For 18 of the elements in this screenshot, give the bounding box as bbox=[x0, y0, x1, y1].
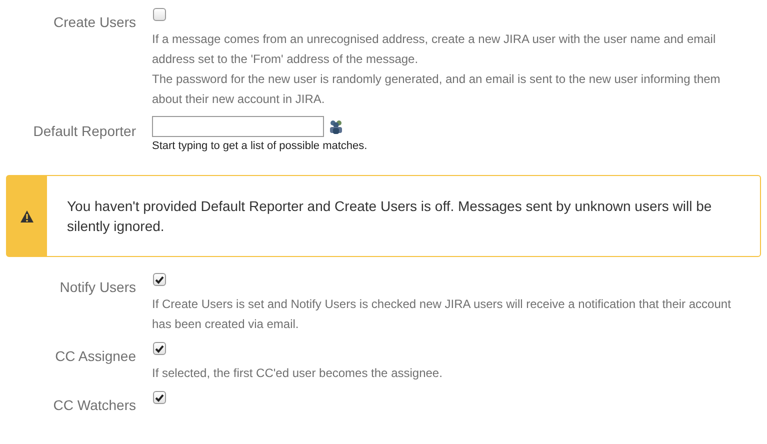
field-description: If selected, the first CC'ed user becomes the assignee. bbox=[152, 365, 442, 382]
reporter-input[interactable] bbox=[152, 116, 324, 137]
field-description: If a message comes from an unrecognised address, create a new JIRA user with the user name and email address set to the 'From' address of the message. bbox=[152, 31, 717, 68]
field-description: The password for the new user is randomly generated, and an email is sent to the new user informing them about their new account in JIRA. bbox=[152, 71, 722, 108]
field-label: CC Watchers bbox=[53, 397, 136, 413]
field-hint: Start typing to get a list of possible matches. bbox=[152, 139, 368, 153]
checkbox[interactable] bbox=[153, 391, 166, 404]
warning-icon bbox=[20, 210, 34, 222]
checkbox[interactable] bbox=[153, 8, 166, 21]
field-label: CC Assignee bbox=[55, 348, 136, 364]
field-description: If Create Users is set and Notify Users is checked new JIRA users will receive a notification that their account has been created via email. bbox=[152, 296, 732, 333]
users-icon[interactable] bbox=[328, 119, 344, 134]
checkbox[interactable] bbox=[153, 273, 166, 286]
field-label: Create Users bbox=[54, 14, 136, 30]
field-label: Default Reporter bbox=[33, 123, 136, 139]
field-label: Notify Users bbox=[60, 279, 136, 295]
warning-message: You haven't provided Default Reporter and Create Users is off. Messages sent by unknown users will be silently ignored. bbox=[67, 197, 712, 236]
checkbox[interactable] bbox=[153, 342, 166, 355]
